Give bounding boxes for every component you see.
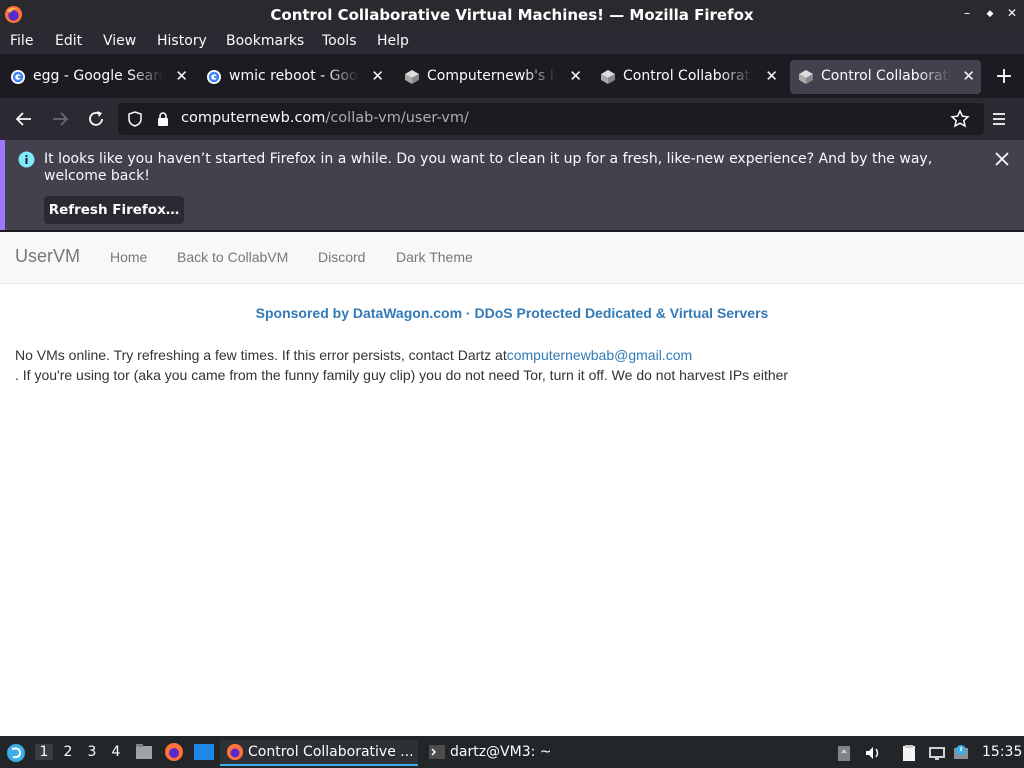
tab-label: Computernewb's Internet bbox=[427, 68, 557, 84]
tab-egg-search[interactable]: egg - Google Search ✕ bbox=[2, 60, 194, 94]
tab-label: Control Collaborative bbox=[623, 68, 753, 84]
google-icon bbox=[207, 70, 221, 84]
forward-arrow-icon[interactable] bbox=[49, 108, 71, 130]
info-icon bbox=[18, 151, 35, 168]
url-path: /collab-vm/user-vm/ bbox=[325, 110, 469, 126]
task-terminal[interactable]: dartz@VM3: ~ bbox=[422, 740, 582, 766]
firefox-icon bbox=[226, 743, 244, 761]
nav-discord[interactable]: Discord bbox=[318, 249, 365, 265]
close-tab-icon[interactable]: ✕ bbox=[371, 67, 384, 85]
menu-tools[interactable]: Tools bbox=[322, 33, 357, 49]
menu-file[interactable]: File bbox=[10, 33, 33, 49]
tab-computernewb[interactable]: Computernewb's Internet ✕ bbox=[396, 60, 588, 94]
close-window-button[interactable]: ✕ bbox=[1003, 6, 1021, 20]
close-tab-icon[interactable]: ✕ bbox=[765, 67, 778, 85]
menu-bar: File Edit View History Bookmarks Tools H… bbox=[0, 29, 1024, 54]
firefox-launcher-icon[interactable] bbox=[164, 742, 184, 762]
desktop-icon[interactable] bbox=[193, 743, 215, 761]
collabvm-icon bbox=[799, 70, 813, 84]
tab-wmic-reboot[interactable]: wmic reboot - Google ✕ bbox=[198, 60, 390, 94]
site-brand[interactable]: UserVM bbox=[15, 246, 80, 267]
close-icon[interactable] bbox=[993, 150, 1011, 168]
menu-view[interactable]: View bbox=[103, 33, 136, 49]
network-icon[interactable] bbox=[928, 744, 946, 762]
nav-home[interactable]: Home bbox=[110, 249, 147, 265]
tab-control-collab-1[interactable]: Control Collaborative ✕ bbox=[592, 60, 784, 94]
lock-icon[interactable] bbox=[154, 110, 172, 128]
menu-history[interactable]: History bbox=[157, 33, 207, 49]
close-tab-icon[interactable]: ✕ bbox=[962, 67, 975, 85]
terminal-icon bbox=[429, 745, 445, 759]
tab-control-collab-active[interactable]: Control Collaborative ✕ bbox=[790, 60, 981, 94]
clipboard-icon[interactable] bbox=[835, 744, 853, 762]
url-domain: computernewb.com bbox=[181, 110, 326, 126]
refresh-firefox-notification: It looks like you haven’t started Firefo… bbox=[0, 140, 1024, 230]
file-manager-icon[interactable] bbox=[134, 742, 154, 762]
window-title: Control Collaborative Virtual Machines! … bbox=[270, 6, 754, 24]
volume-icon[interactable] bbox=[864, 744, 882, 762]
url-bar[interactable]: computernewb.com/collab-vm/user-vm/ bbox=[118, 103, 984, 135]
bookmark-star-icon[interactable] bbox=[950, 109, 970, 129]
tab-label: wmic reboot - Google bbox=[229, 68, 359, 84]
tab-label: Control Collaborative bbox=[821, 68, 951, 84]
reload-icon[interactable] bbox=[85, 108, 107, 130]
page-content: UserVM Home Back to CollabVM Discord Dar… bbox=[0, 232, 1024, 736]
task-label: dartz@VM3: ~ bbox=[450, 744, 552, 760]
minimize-button[interactable]: – bbox=[958, 6, 976, 20]
taskbar: 1 2 3 4 Control Collaborative ... dartz@… bbox=[0, 736, 1024, 768]
site-navbar: UserVM Home Back to CollabVM Discord Dar… bbox=[0, 232, 1024, 284]
hamburger-menu-icon[interactable] bbox=[988, 108, 1010, 130]
start-menu-icon[interactable] bbox=[6, 743, 26, 763]
menu-bookmarks[interactable]: Bookmarks bbox=[226, 33, 304, 49]
shield-icon[interactable] bbox=[126, 110, 144, 128]
tab-bar: egg - Google Search ✕ wmic reboot - Goog… bbox=[0, 56, 1024, 98]
sponsor-link[interactable]: Sponsored by DataWagon.com · DDoS Protec… bbox=[0, 305, 1024, 321]
notification-text: It looks like you haven’t started Firefo… bbox=[44, 151, 933, 184]
contact-email-link[interactable]: computernewbab@gmail.com bbox=[507, 347, 692, 363]
workspace-4[interactable]: 4 bbox=[107, 744, 125, 760]
message-text: No VMs online. Try refreshing a few time… bbox=[15, 347, 507, 363]
url-text[interactable]: computernewb.com/collab-vm/user-vm/ bbox=[181, 110, 469, 126]
close-tab-icon[interactable]: ✕ bbox=[175, 67, 188, 85]
notes-icon[interactable] bbox=[900, 744, 918, 762]
window-titlebar: Control Collaborative Virtual Machines! … bbox=[0, 0, 1024, 29]
menu-help[interactable]: Help bbox=[377, 33, 409, 49]
back-arrow-icon[interactable] bbox=[13, 108, 35, 130]
menu-edit[interactable]: Edit bbox=[55, 33, 82, 49]
close-tab-icon[interactable]: ✕ bbox=[569, 67, 582, 85]
collabvm-icon bbox=[405, 70, 419, 84]
nav-dark-theme[interactable]: Dark Theme bbox=[396, 249, 473, 265]
nav-back-to-collabvm[interactable]: Back to CollabVM bbox=[177, 249, 288, 265]
task-firefox[interactable]: Control Collaborative ... bbox=[220, 740, 418, 766]
new-tab-button[interactable]: + bbox=[992, 64, 1016, 89]
workspace-2[interactable]: 2 bbox=[59, 744, 77, 760]
refresh-firefox-button[interactable]: Refresh Firefox… bbox=[44, 196, 184, 224]
tab-label: egg - Google Search bbox=[33, 68, 163, 84]
workspace-1[interactable]: 1 bbox=[35, 744, 53, 760]
workspace-3[interactable]: 3 bbox=[83, 744, 101, 760]
google-icon bbox=[11, 70, 25, 84]
clock: 15:35 bbox=[982, 744, 1023, 760]
message-text-continued: . If you're using tor (aka you came from… bbox=[15, 367, 789, 383]
status-message: No VMs online. Try refreshing a few time… bbox=[15, 345, 1005, 385]
collabvm-icon bbox=[601, 70, 615, 84]
maximize-button[interactable]: ◆ bbox=[981, 9, 999, 19]
task-label: Control Collaborative ... bbox=[248, 744, 414, 760]
update-notifier-icon[interactable] bbox=[953, 744, 971, 762]
